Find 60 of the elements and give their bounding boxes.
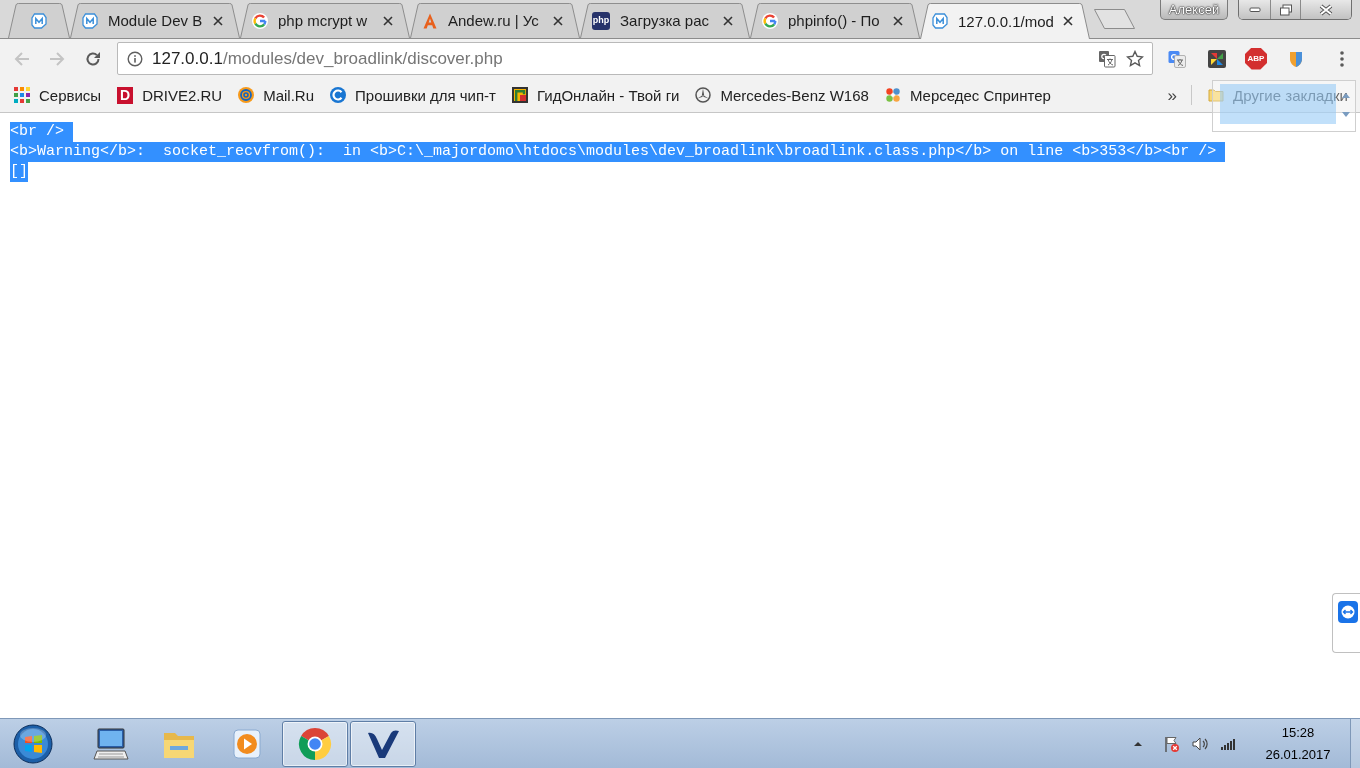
translate-extension-icon[interactable]	[1168, 49, 1186, 68]
reload-icon[interactable]	[84, 49, 102, 68]
four-dot-logo-icon	[884, 87, 901, 103]
star-icon[interactable]	[1126, 49, 1144, 68]
address-bar[interactable]: 127.0.0.1/modules/dev_broadlink/discover.php	[117, 42, 1153, 75]
d-logo-icon: D	[117, 86, 134, 104]
bookmark-button[interactable]: Mercedes-Benz W168	[689, 82, 875, 108]
g-logo-icon	[762, 12, 778, 29]
url-text: 127.0.0.1/modules/dev_broadlink/discover.php	[152, 50, 503, 67]
browser-logo-icon	[297, 725, 333, 762]
browser-tab[interactable]	[8, 3, 70, 38]
close-icon[interactable]	[1063, 16, 1073, 26]
apps-grid-icon	[14, 87, 30, 103]
clock-date: 26.01.2017	[1265, 745, 1331, 764]
browser-tab[interactable]: 127.0.0.1/mod	[920, 3, 1090, 39]
bookmark-button[interactable]: Прошивки для чип-т	[324, 82, 502, 108]
hexagon-logo-icon	[82, 12, 98, 29]
close-button[interactable]	[1301, 0, 1351, 19]
start-orb-icon	[13, 723, 53, 764]
close-icon[interactable]	[893, 15, 903, 26]
clock-time: 15:28	[1281, 723, 1315, 742]
a-logo-icon	[422, 12, 438, 29]
folder-icon	[1208, 87, 1225, 103]
monitor-keyboard-icon	[93, 725, 129, 762]
bookmark-button[interactable]: Mail.Ru	[232, 82, 321, 108]
pinwheel-icon[interactable]	[1208, 49, 1226, 68]
new-tab-button[interactable]	[1093, 8, 1137, 30]
bookmarks-overflow-button[interactable]: »	[1163, 86, 1182, 104]
menu-icon[interactable]	[1339, 49, 1345, 68]
info-icon[interactable]	[127, 50, 143, 67]
minimize-icon	[1248, 6, 1261, 13]
browser-tab[interactable]: php mcrypt w	[240, 3, 410, 38]
close-icon[interactable]	[213, 15, 223, 26]
close-icon	[1318, 3, 1334, 16]
browser-tab[interactable]: php Загрузка рас	[580, 3, 750, 38]
taskbar-button[interactable]	[350, 720, 416, 767]
close-icon[interactable]	[553, 15, 563, 26]
restore-button[interactable]	[1271, 0, 1301, 19]
user-button[interactable]: Алексей	[1160, 0, 1228, 20]
side-panel[interactable]	[1332, 593, 1360, 653]
tile-logo-icon	[512, 87, 528, 103]
minimize-button[interactable]	[1239, 0, 1271, 19]
close-icon[interactable]	[723, 15, 733, 26]
browser-tab[interactable]: phpinfo() - По	[750, 3, 920, 38]
bookmark-button[interactable]: D DRIVE2.RU	[111, 82, 229, 108]
g-logo-icon	[252, 12, 268, 29]
restore-icon	[1278, 3, 1293, 16]
at-sign-icon	[238, 87, 255, 103]
translate-icon[interactable]	[1098, 49, 1116, 68]
flag-warning-icon[interactable]	[1162, 734, 1180, 753]
bookmark-button[interactable]: Мерседес Спринтер	[878, 82, 1057, 108]
hexagon-logo-icon	[932, 13, 948, 29]
bookmark-button[interactable]: Сервисы	[8, 82, 108, 108]
hexagon-logo-icon	[31, 12, 47, 29]
bookmark-button[interactable]: ГидОнлайн - Твой ги	[506, 82, 686, 108]
close-icon[interactable]	[383, 15, 393, 26]
adblock-button[interactable]: ABP	[1245, 47, 1267, 70]
shield-icon[interactable]	[1287, 49, 1305, 68]
c-logo-icon	[330, 87, 347, 103]
browser-tab[interactable]: Andew.ru | Ус	[410, 3, 580, 38]
